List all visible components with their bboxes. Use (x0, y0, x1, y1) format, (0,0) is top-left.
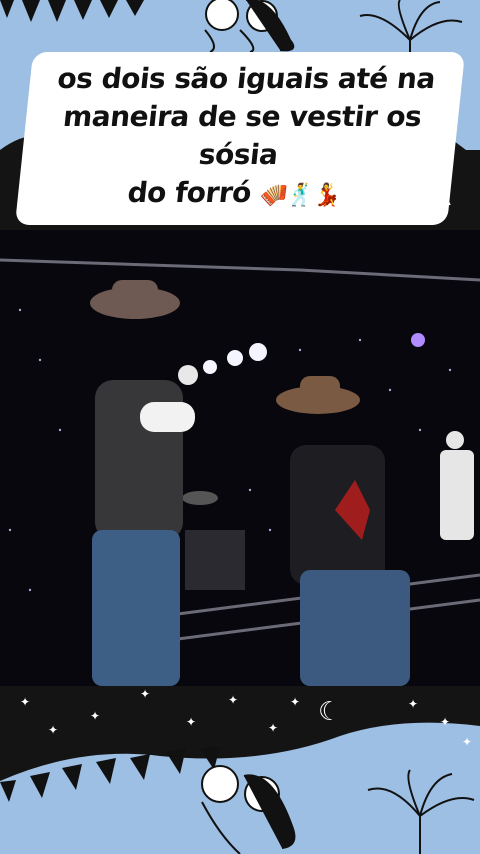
svg-text:✦: ✦ (440, 715, 450, 729)
svg-text:✦: ✦ (140, 687, 150, 701)
svg-text:✦: ✦ (48, 723, 58, 737)
video-frame[interactable] (0, 230, 480, 686)
bottom-decoration: ✦ ✦ ✦ ✦ ✦ ✦ ✦ ✦ ✦ ✦ ✦ ☾ (0, 686, 480, 854)
moon-icon: ☾ (318, 697, 341, 727)
svg-text:✦: ✦ (268, 721, 278, 735)
caption-line-2: maneira de se vestir os sósia (61, 100, 424, 171)
bunting-flags (0, 0, 144, 22)
caption-box: os dois são iguais até na maneira de se … (14, 52, 466, 225)
reel-frame: os dois são iguais até na maneira de se … (0, 0, 480, 854)
svg-text:✦: ✦ (20, 695, 30, 709)
svg-text:✦: ✦ (228, 693, 238, 707)
svg-text:✦: ✦ (408, 697, 418, 711)
caption-line-3: do forró 🪗🕺💃 (26, 174, 442, 215)
dance-emojis: 🪗🕺💃 (258, 183, 342, 208)
bottom-decoration-art: ✦ ✦ ✦ ✦ ✦ ✦ ✦ ✦ ✦ ✦ ✦ ☾ (0, 686, 480, 854)
purple-light (411, 333, 425, 347)
festa-junina-couple-illustration (204, 0, 295, 53)
concert-scene (0, 230, 480, 686)
festa-junina-couple-illustration-bottom (201, 765, 296, 854)
svg-text:✦: ✦ (186, 715, 196, 729)
caption-line-1: os dois são iguais até na (55, 62, 437, 95)
svg-text:✦: ✦ (462, 735, 472, 749)
svg-text:✦: ✦ (290, 695, 300, 709)
fireworks-illustration-bottom (367, 769, 475, 854)
caption-line-3-text: do forró (125, 176, 253, 209)
svg-text:✦: ✦ (90, 709, 100, 723)
